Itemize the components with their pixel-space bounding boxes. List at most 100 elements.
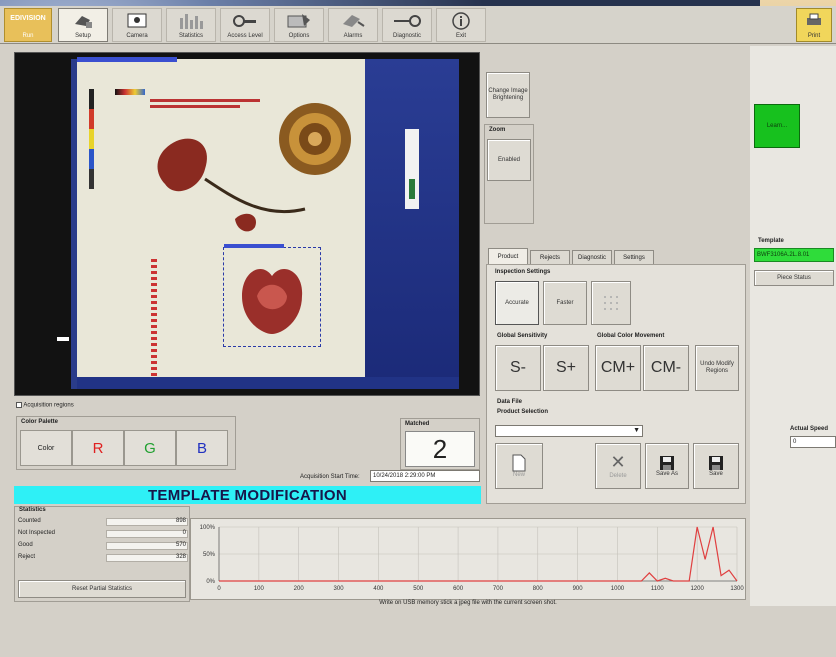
product-tab-panel: Inspection Settings Accurate Faster Glob…	[486, 264, 746, 504]
acquisition-regions-checkbox[interactable]: Acquisition regions	[16, 402, 74, 409]
actual-speed-label: Actual Speed	[790, 426, 829, 432]
x-tick-label: 100	[254, 586, 265, 592]
color-movement-minus-button[interactable]: CM-	[643, 345, 689, 391]
x-tick-label: 700	[493, 586, 504, 592]
chart-svg: 0 100 200 300 400 500 600 700 800 900 1000 1100 1200…	[200, 525, 745, 592]
save-as-button[interactable]: Save As	[645, 443, 689, 489]
matched-group: Matched 2	[400, 418, 480, 470]
color-mode-button[interactable]: Color	[20, 430, 72, 466]
logo-run-button[interactable]: EDIVISION Run	[4, 8, 52, 42]
toolbar-options-button[interactable]: Options	[274, 8, 324, 42]
green-channel-label: G	[144, 439, 156, 457]
tab-settings[interactable]: Settings	[614, 250, 654, 264]
x-tick-label: 1200	[690, 586, 704, 592]
delete-file-button[interactable]: ✕ Delete	[595, 443, 641, 489]
stat-name: Reject	[18, 554, 36, 560]
color-movement-plus-button[interactable]: CM+	[595, 345, 641, 391]
printed-text-line	[150, 105, 240, 108]
template-title: Template	[758, 238, 784, 244]
product-selection-dropdown[interactable]: ▼	[495, 425, 643, 437]
app-window: EDIVISION Run Setup Camera Statistics Ac…	[0, 6, 836, 657]
zoom-group: Zoom Enabled	[484, 124, 534, 224]
reset-partial-statistics-button[interactable]: Reset Partial Statistics	[18, 580, 186, 598]
toolbar-print-button[interactable]: Print	[796, 8, 832, 42]
setup-label: Setup	[75, 33, 91, 39]
zoom-label: Zoom	[489, 127, 506, 133]
zoom-enabled-button[interactable]: Enabled	[487, 139, 531, 181]
faster-button[interactable]: Faster	[543, 281, 587, 325]
piece-status-button[interactable]: Piece Status	[754, 270, 834, 286]
actual-speed-value: 0	[793, 439, 797, 445]
new-file-button[interactable]: New	[495, 443, 543, 489]
diagnostic-label: Diagnostic	[392, 33, 421, 39]
save-label: Save	[709, 470, 723, 477]
grid-dots-icon	[604, 296, 618, 310]
tab-product[interactable]: Product	[488, 248, 528, 264]
printed-vertical-text	[151, 259, 157, 379]
x-tick-label: 900	[573, 586, 584, 592]
floppy-disk-icon	[660, 455, 674, 470]
image-viewer[interactable]	[14, 52, 480, 396]
toolbar-alarms-button[interactable]: Alarms	[328, 8, 378, 42]
undo-modify-regions-button[interactable]: Undo Modify Regions	[695, 345, 739, 391]
chevron-down-icon: ▼	[633, 427, 640, 434]
sensitivity-minus-button[interactable]: S-	[495, 345, 541, 391]
printed-left-edge	[71, 59, 77, 389]
options-label: Options	[288, 33, 310, 39]
printed-logo-mark	[409, 179, 415, 199]
grid-dots-button[interactable]	[591, 281, 631, 325]
statistics-title: Statistics	[19, 507, 46, 513]
printed-blue-panel	[365, 59, 459, 389]
tab-settings-label: Settings	[623, 254, 645, 261]
x-tick-label: 1300	[730, 586, 744, 592]
toolbar-diagnostic-button[interactable]: Diagnostic	[382, 8, 432, 42]
x-tick-label: 500	[413, 586, 424, 592]
sensitivity-plus-label: S+	[555, 359, 576, 377]
stat-value: 328	[175, 554, 186, 560]
roi-label-bar	[77, 57, 177, 62]
toolbar-camera-button[interactable]: Camera	[112, 8, 162, 42]
matched-label: Matched	[405, 421, 430, 427]
y-tick-label: 100%	[200, 525, 216, 531]
y-tick-label: 0%	[206, 579, 215, 585]
alarms-label: Alarms	[343, 33, 363, 39]
undo-modify-regions-label: Undo Modify Regions	[700, 361, 734, 374]
stat-name: Not Inspected	[18, 530, 56, 536]
roi-selection-rect[interactable]	[223, 244, 321, 347]
exit-label: Exit	[455, 33, 466, 39]
statistics-bars-icon	[180, 14, 203, 29]
toolbar-exit-button[interactable]: Exit	[436, 8, 486, 42]
tab-diagnostic-label: Diagnostic	[577, 254, 606, 261]
stat-row: Good 570	[18, 542, 188, 550]
change-image-brightening-button[interactable]: Change Image Brightening	[486, 72, 530, 118]
global-color-movement-title: Global Color Movement	[597, 333, 665, 339]
accurate-button[interactable]: Accurate	[495, 281, 539, 325]
tab-diagnostic[interactable]: Diagnostic	[572, 250, 612, 264]
key-icon	[233, 15, 256, 27]
toolbar-statistics-button[interactable]: Statistics	[166, 8, 216, 42]
stat-row: Counted 898	[18, 518, 188, 526]
blue-channel-button[interactable]: B	[176, 430, 228, 466]
x-tick-label: 1000	[611, 586, 625, 592]
green-channel-button[interactable]: G	[124, 430, 176, 466]
learn-button[interactable]: Learn...	[754, 104, 800, 148]
toolbar-access-level-button[interactable]: Access Level	[220, 8, 270, 42]
red-channel-button[interactable]: R	[72, 430, 124, 466]
acquisition-regions-label: Acquisition regions	[23, 402, 74, 409]
tab-rejects[interactable]: Rejects	[530, 250, 570, 264]
print-label: Print	[807, 33, 821, 39]
x-tick-label: 300	[334, 586, 345, 592]
info-exit-icon	[452, 12, 470, 30]
save-button[interactable]: Save	[693, 443, 739, 489]
color-strip	[89, 89, 94, 189]
sensitivity-plus-button[interactable]: S+	[543, 345, 589, 391]
roi-label-bar	[224, 244, 284, 248]
stat-row: Not Inspected 0	[18, 530, 188, 538]
logo-text: EDIVISION	[10, 15, 46, 22]
product-selection-label: Product Selection	[497, 409, 549, 415]
checkbox-box	[16, 402, 22, 408]
stat-value: 898	[175, 518, 186, 524]
toolbar-setup-button[interactable]: Setup	[58, 8, 108, 42]
red-channel-label: R	[92, 439, 104, 457]
tab-product-label: Product	[497, 253, 519, 260]
